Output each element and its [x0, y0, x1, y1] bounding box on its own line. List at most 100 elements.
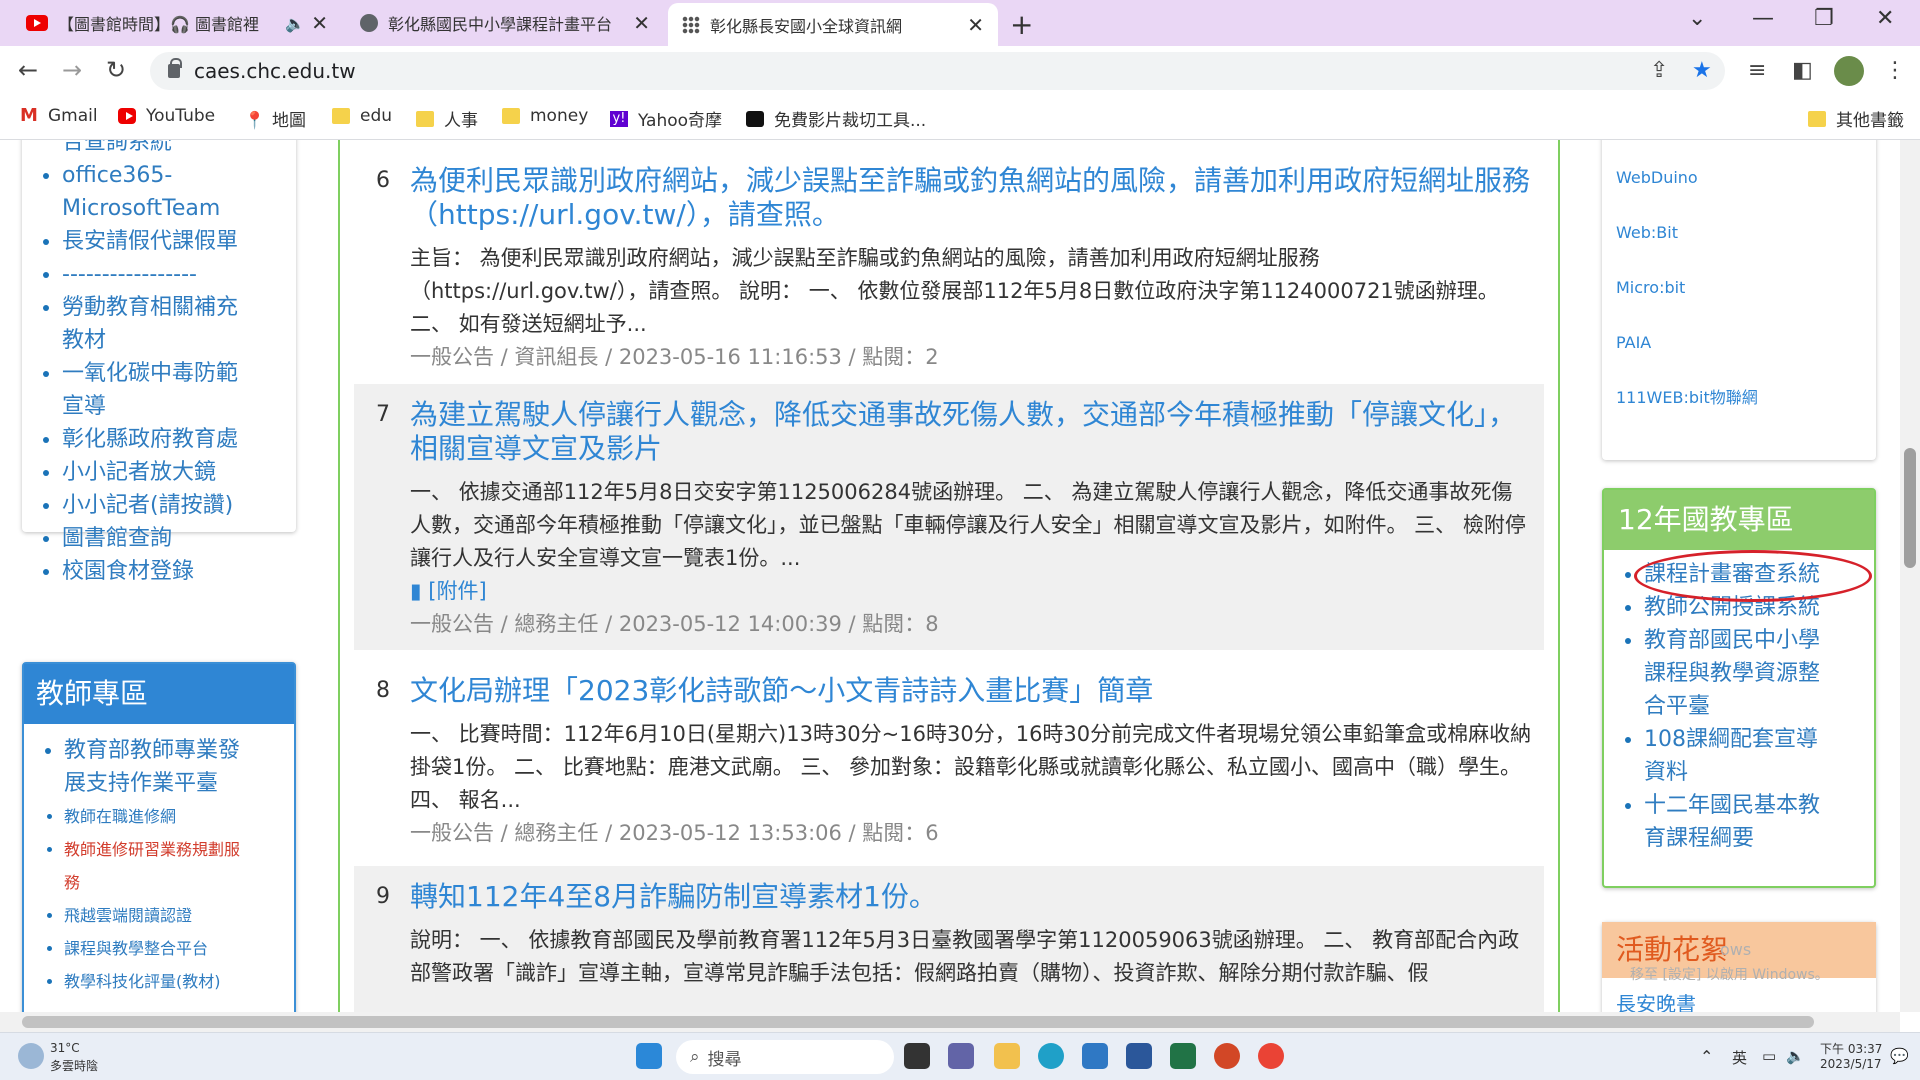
bookmark-yahoo[interactable]: y! Yahoo奇摩 [610, 106, 722, 131]
profile-avatar[interactable] [1834, 56, 1864, 86]
bookmark-youtube[interactable]: YouTube [118, 106, 215, 126]
link-item[interactable]: 教材 [62, 324, 296, 357]
word-icon[interactable] [1126, 1043, 1152, 1069]
news-title[interactable]: 轉知112年4至8月詐騙防制宣導素材1份。 [410, 866, 1532, 914]
maximize-button[interactable]: ❐ [1814, 6, 1834, 31]
new-tab-button[interactable]: + [1010, 8, 1033, 41]
media-icon[interactable]: ≡ [1748, 58, 1766, 83]
link-item[interactable]: 108課綱配套宣導 [1644, 723, 1874, 756]
tray-chevron-icon[interactable]: ⌃ [1700, 1047, 1713, 1066]
reload-button[interactable]: ↻ [106, 56, 126, 84]
bookmark-maps[interactable]: 📍 地圖 [244, 106, 306, 132]
share-icon[interactable]: ⇪ [1650, 58, 1668, 83]
task-view-icon[interactable] [904, 1043, 930, 1069]
link-label[interactable]: 育課程綱要 [1644, 826, 1754, 851]
link-item[interactable]: 長安請假代課假單 [62, 225, 296, 258]
minimize-button[interactable]: — [1752, 6, 1774, 31]
horizontal-scroll-thumb[interactable] [22, 1016, 1814, 1028]
link-item[interactable]: 合查詢系統 [62, 140, 296, 159]
link-paia[interactable]: PAIA [1602, 315, 1876, 370]
tab-youtube[interactable]: 【圖書館時間】🎧 圖書館裡 🔈 ✕ [12, 0, 342, 46]
link-item[interactable]: office365- [62, 159, 296, 192]
tab-curriculum-platform[interactable]: 彰化縣國民中小學課程計畫平台 ✕ [346, 0, 664, 46]
chrome-icon[interactable] [1258, 1043, 1284, 1069]
link-label[interactable]: 飛越雲端閱讀認證 [64, 906, 192, 925]
news-title[interactable]: 為便利民眾識別政府網站，減少誤點至詐騙或釣魚網站的風險，請善加利用政府短網址服務… [410, 150, 1532, 232]
link-label[interactable]: 合查詢系統 [62, 140, 172, 155]
attachment-link[interactable]: ▮ [附件] [410, 575, 1532, 608]
link-111webbit-iot[interactable]: 111WEB:bit物聯網 [1602, 370, 1876, 425]
link-label[interactable]: 展支持作業平臺 [64, 771, 218, 796]
link-label[interactable]: 資料 [1644, 760, 1688, 785]
link-item[interactable]: 教學科技化評量(教材) [64, 965, 294, 998]
tab-school-site[interactable]: 彰化縣長安國小全球資訊網 ✕ [668, 3, 998, 46]
clock-time[interactable]: 下午 03:37 [1820, 1040, 1882, 1057]
link-item[interactable]: 一氧化碳中毒防範 [62, 357, 296, 390]
link-label[interactable]: 課程與教學整合平台 [64, 939, 208, 958]
start-icon[interactable] [636, 1043, 662, 1069]
link-label[interactable]: 小小記者放大鏡 [62, 460, 216, 485]
link-item[interactable]: 課程與教學整合平台 [64, 932, 294, 965]
bookmark-folder-hr[interactable]: 人事 [416, 106, 478, 131]
powerpoint-icon[interactable] [1214, 1043, 1240, 1069]
link-item[interactable]: 教師在職進修網 [64, 800, 294, 833]
close-icon[interactable]: ✕ [311, 11, 328, 35]
link-item[interactable]: 展支持作業平臺 [64, 767, 294, 800]
link-label[interactable]: 圖書館查詢 [62, 526, 172, 551]
network-icon[interactable]: ▭ [1762, 1047, 1776, 1065]
mute-icon[interactable]: 🔈 [285, 14, 305, 33]
address-bar[interactable]: caes.chc.edu.tw [150, 52, 1725, 90]
close-icon[interactable]: ✕ [967, 13, 984, 37]
link-item[interactable]: 校園食材登錄 [62, 555, 296, 588]
notification-icon[interactable]: 💬 [1890, 1047, 1909, 1065]
bookmark-folder-money[interactable]: money [502, 106, 588, 126]
vertical-scroll-thumb[interactable] [1904, 448, 1916, 568]
lock-icon[interactable] [168, 58, 182, 78]
link-item[interactable]: 勞動教育相關補充 [62, 291, 296, 324]
bookmark-star-icon[interactable]: ★ [1692, 58, 1712, 83]
link-label[interactable]: 校園食材登錄 [62, 559, 194, 584]
link-label[interactable]: 長安請假代課假單 [62, 229, 238, 254]
edge-icon[interactable] [1038, 1043, 1064, 1069]
link-item[interactable]: 圖書館查詢 [62, 522, 296, 555]
link-item[interactable]: 宣導 [62, 390, 296, 423]
link-item[interactable]: 教育部國民中小學 [1644, 624, 1874, 657]
link-item[interactable]: 小小記者放大鏡 [62, 456, 296, 489]
vertical-scrollbar[interactable] [1900, 140, 1920, 1012]
file-explorer-icon[interactable] [994, 1043, 1020, 1069]
chat-icon[interactable] [948, 1043, 974, 1069]
news-title[interactable]: 為建立駕駛人停讓行人觀念，降低交通事故死傷人數，交通部今年積極推動「停讓文化」，… [410, 384, 1532, 466]
close-window-button[interactable]: ✕ [1876, 6, 1894, 31]
link-label[interactable]: 勞動教育相關補充 [62, 295, 238, 320]
taskbar-search[interactable]: ⌕ 搜尋 [676, 1040, 894, 1074]
forward-button[interactable]: → [62, 56, 82, 84]
bookmark-video-cutter[interactable]: 免費影片裁切工具... [746, 106, 926, 131]
link-label[interactable]: 彰化縣政府教育處 [62, 427, 238, 452]
bookmark-gmail[interactable]: M Gmail [20, 106, 98, 126]
link-item[interactable]: 育課程綱要 [1644, 822, 1874, 855]
volume-icon[interactable]: 🔈 [1786, 1047, 1805, 1065]
link-item[interactable]: 務 [64, 866, 294, 899]
tab-search-chevron-icon[interactable]: ⌄ [1688, 6, 1706, 31]
link-item[interactable]: 飛越雲端閱讀認證 [64, 899, 294, 932]
link-item[interactable]: 課程與教學資源整 [1644, 657, 1874, 690]
link-item[interactable]: 十二年國民基本教 [1644, 789, 1874, 822]
excel-icon[interactable] [1170, 1043, 1196, 1069]
link-label[interactable]: 教師在職進修網 [64, 807, 176, 826]
link-label[interactable]: 宣導 [62, 394, 106, 419]
clock-date[interactable]: 2023/5/17 [1820, 1057, 1882, 1071]
close-icon[interactable]: ✕ [633, 11, 650, 35]
link-label[interactable]: 十二年國民基本教 [1644, 793, 1820, 818]
link-item[interactable]: 彰化縣政府教育處 [62, 423, 296, 456]
menu-icon[interactable]: ⋮ [1884, 58, 1906, 83]
input-language[interactable]: 英 [1732, 1047, 1747, 1068]
link-label[interactable]: 教育部教師專業發 [64, 738, 240, 763]
link-item[interactable]: 合平臺 [1644, 690, 1874, 723]
link-label[interactable]: 一氧化碳中毒防範 [62, 361, 238, 386]
link-item[interactable]: MicrosoftTeam [62, 192, 296, 225]
bookmark-folder-edu[interactable]: edu [332, 106, 392, 126]
link-microbit[interactable]: Micro:bit [1602, 260, 1876, 315]
link-item[interactable]: 小小記者(請按讚) [62, 489, 296, 522]
link-label[interactable]: 教育部國民中小學 [1644, 628, 1820, 653]
link-label[interactable]: ----------------- [62, 262, 197, 287]
